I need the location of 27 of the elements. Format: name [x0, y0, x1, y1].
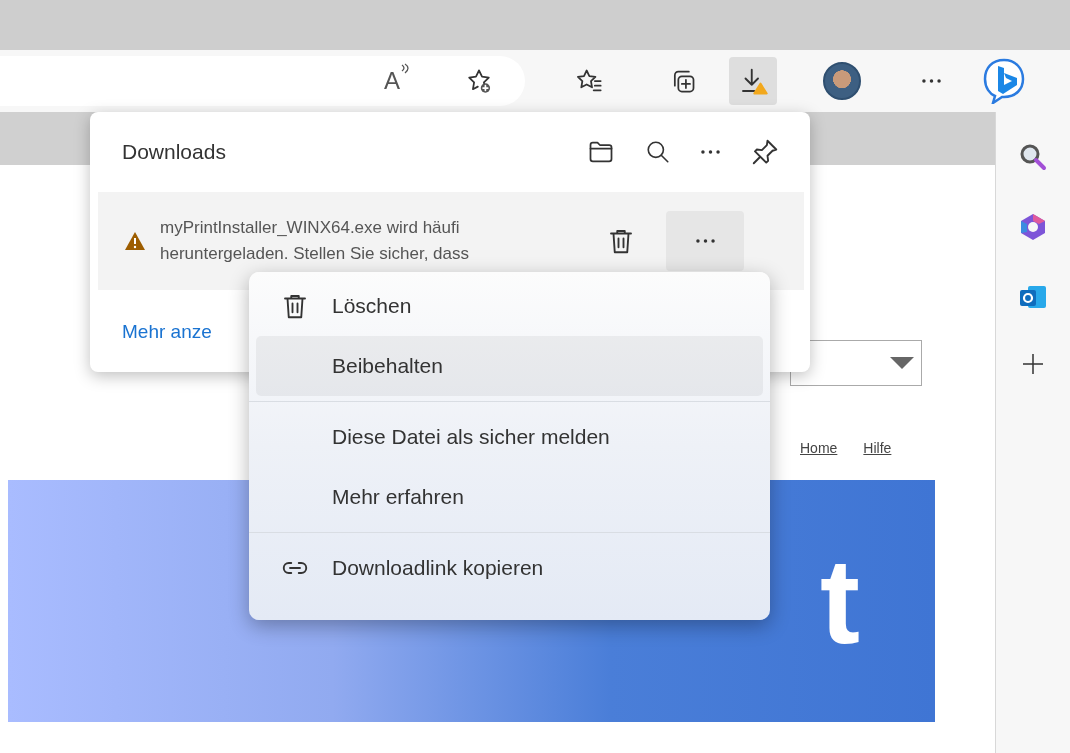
- add-icon[interactable]: [1021, 352, 1045, 376]
- star-plus-icon: [465, 67, 493, 95]
- profile-avatar[interactable]: [823, 62, 861, 100]
- dropdown[interactable]: [790, 340, 922, 386]
- pin-icon[interactable]: [750, 137, 780, 167]
- dropdown-arrow-icon: [889, 356, 915, 370]
- read-aloud-button[interactable]: A: [373, 57, 421, 105]
- bing-logo-icon: [983, 58, 1025, 104]
- copilot-button[interactable]: [983, 58, 1025, 104]
- address-bar[interactable]: A: [0, 56, 525, 106]
- downloads-button[interactable]: [729, 57, 777, 105]
- search-icon[interactable]: [645, 139, 671, 165]
- menu-item[interactable]: Diese Datei als sicher melden: [256, 407, 763, 467]
- menu-item[interactable]: Mehr erfahren: [256, 467, 763, 527]
- nav-link[interactable]: Hilfe: [863, 438, 892, 459]
- download-message: myPrintInstaller_WINX64.exe wird häufi heruntergeladen. Stellen Sie sicher, dass: [160, 217, 471, 265]
- menu-item[interactable]: Beibehalten: [256, 336, 763, 396]
- panel-title: Downloads: [122, 139, 227, 166]
- more-icon[interactable]: [701, 150, 720, 154]
- more-icon: [921, 79, 941, 83]
- show-more-link[interactable]: Mehr anze: [122, 318, 212, 347]
- search-icon[interactable]: [1018, 142, 1048, 172]
- menu-item[interactable]: Downloadlink kopieren: [256, 538, 763, 598]
- more-icon: [695, 239, 715, 243]
- banner-title: t: [820, 541, 860, 661]
- nav-link[interactable]: Home: [800, 438, 838, 459]
- office-icon[interactable]: [1018, 212, 1048, 242]
